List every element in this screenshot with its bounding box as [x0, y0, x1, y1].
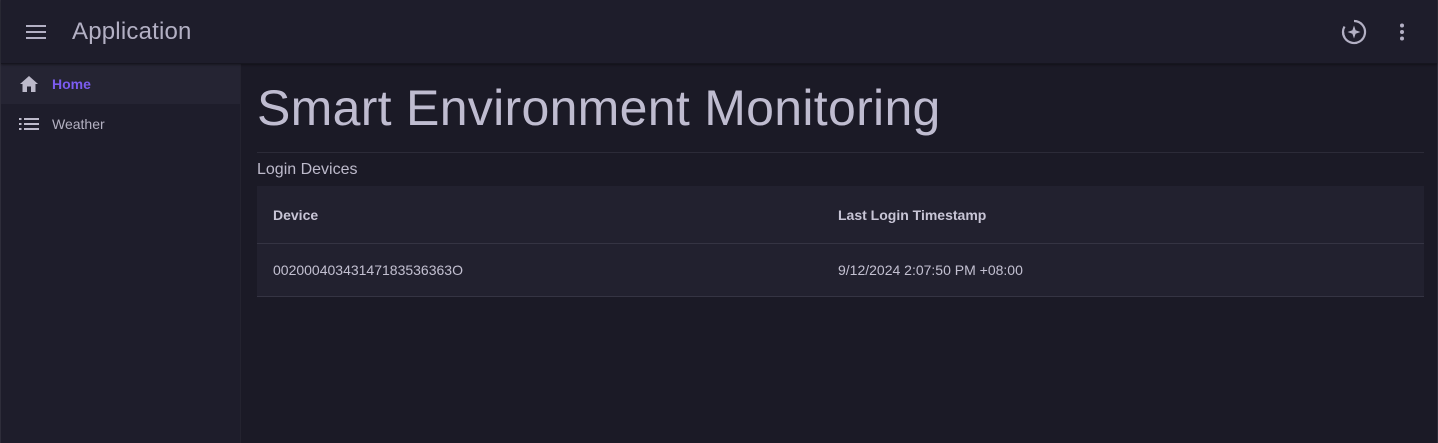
- login-devices-table: Device Last Login Timestamp 002000403431…: [257, 186, 1424, 297]
- sidebar-item-home[interactable]: Home: [1, 64, 240, 104]
- sidebar: Home Weather: [1, 64, 241, 443]
- brightness-icon: [1341, 19, 1367, 44]
- sidebar-item-label: Weather: [52, 116, 105, 132]
- app-title: Application: [72, 17, 192, 45]
- appbar-actions: [1334, 12, 1422, 52]
- home-icon: [17, 72, 41, 96]
- table-row[interactable]: 00200040343147183536363O 9/12/2024 2:07:…: [257, 244, 1424, 297]
- table-header-row: Device Last Login Timestamp: [257, 186, 1424, 244]
- page-title: Smart Environment Monitoring: [257, 80, 941, 136]
- sidebar-item-weather[interactable]: Weather: [1, 104, 240, 144]
- more-options-button[interactable]: [1382, 12, 1422, 52]
- menu-button[interactable]: [16, 12, 56, 52]
- theme-toggle-button[interactable]: [1334, 12, 1374, 52]
- sidebar-item-label: Home: [52, 76, 91, 92]
- list-icon: [17, 112, 41, 136]
- more-vert-icon: [1400, 23, 1404, 40]
- app-root: Application Home Weather Smart Environme…: [0, 0, 1438, 443]
- title-divider: [257, 152, 1424, 153]
- section-title: Login Devices: [257, 161, 358, 178]
- column-header-device[interactable]: Device: [257, 207, 822, 223]
- device-id-cell: 00200040343147183536363O: [273, 262, 463, 278]
- main-content: Smart Environment Monitoring Login Devic…: [257, 64, 1424, 297]
- timestamp-cell: 9/12/2024 2:07:50 PM +08:00: [838, 262, 1023, 278]
- app-bar: Application: [1, 0, 1437, 64]
- column-header-timestamp[interactable]: Last Login Timestamp: [822, 207, 1424, 223]
- menu-icon: [26, 24, 46, 39]
